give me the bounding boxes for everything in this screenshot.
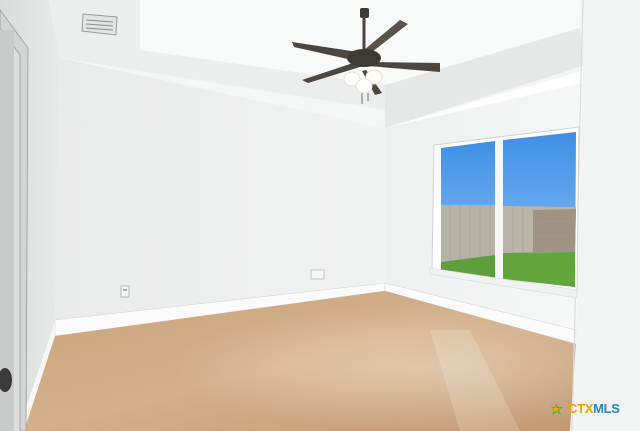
ctxmls-watermark: CTXMLS: [549, 399, 633, 419]
watermark-text: CTXMLS: [568, 401, 620, 417]
window: [429, 126, 580, 299]
texas-star-logo-icon: [551, 403, 563, 415]
watermark-text-mls: MLS: [593, 401, 620, 416]
room-photo: [0, 0, 640, 431]
air-vent-icon: [81, 13, 118, 36]
electrical-outlet-icon: [120, 285, 130, 298]
watermark-text-ctx: CTX: [568, 401, 594, 416]
electrical-outlet-secondary-icon: [310, 269, 325, 280]
